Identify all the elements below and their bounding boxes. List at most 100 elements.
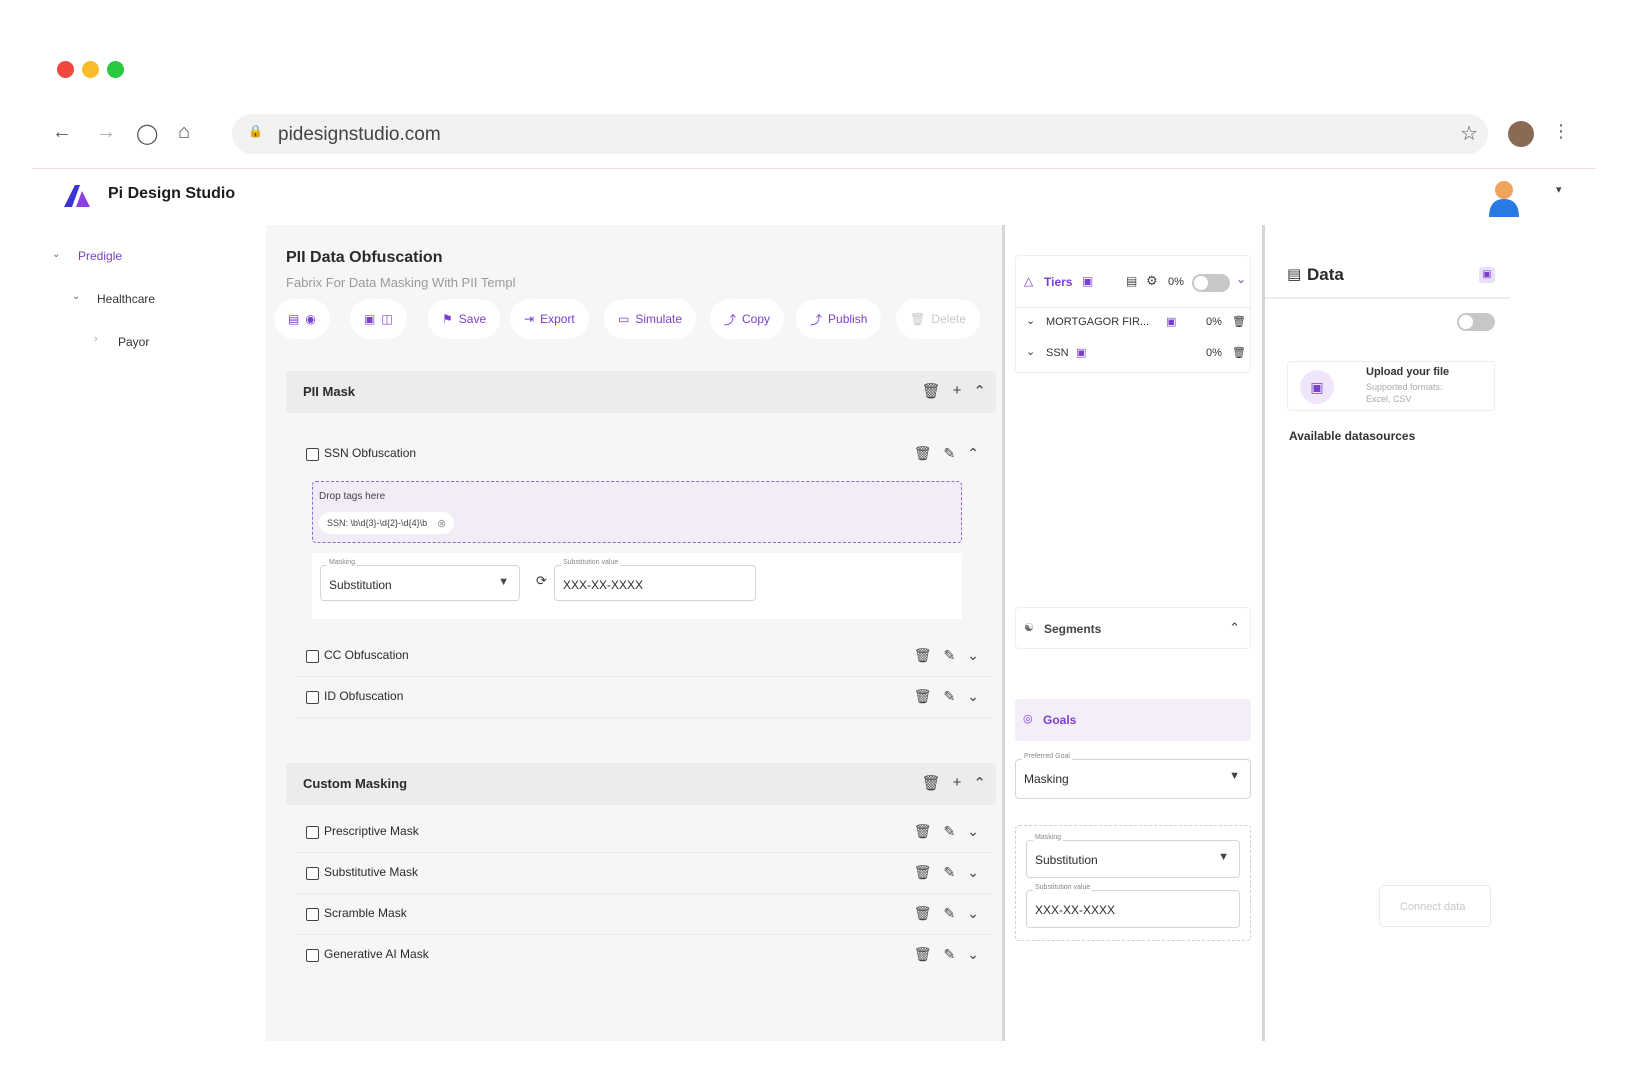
list-item-substitutive-mask[interactable]: Substitutive Mask 🗑 ✎ ⌄ bbox=[296, 854, 991, 894]
chevron-down-icon[interactable]: ⌄ bbox=[1026, 345, 1035, 358]
list-item-ssn-obfuscation[interactable]: SSN Obfuscation 🗑 ✎ ⌃ bbox=[296, 435, 991, 475]
simulate-button[interactable]: ▭ Simulate bbox=[604, 299, 697, 339]
chevron-down-icon[interactable]: ⌄ bbox=[967, 688, 979, 705]
checkbox[interactable] bbox=[306, 949, 319, 962]
trash-icon[interactable]: 🗑 bbox=[1232, 315, 1246, 328]
close-icon[interactable]: ⊗ bbox=[437, 517, 446, 530]
list-item-cc-obfuscation[interactable]: CC Obfuscation 🗑 ✎ ⌄ bbox=[296, 637, 991, 677]
masking-select[interactable]: Masking Substitution ▼ bbox=[320, 559, 520, 601]
settings-icon[interactable]: ⚙ bbox=[1146, 273, 1158, 289]
tiers-toggle[interactable] bbox=[1192, 274, 1230, 292]
close-window-dot[interactable] bbox=[57, 61, 74, 78]
delete-button[interactable]: 🗑 Delete bbox=[896, 299, 980, 339]
add-file-icon[interactable]: ▣ bbox=[364, 312, 375, 326]
tiers-header[interactable]: △ Tiers ▣ ▤ ⚙ 0% ⌄ bbox=[1016, 256, 1252, 308]
trash-icon[interactable]: 🗑 bbox=[914, 445, 932, 462]
list-item-id-obfuscation[interactable]: ID Obfuscation 🗑 ✎ ⌄ bbox=[296, 678, 991, 718]
trash-icon[interactable]: 🗑 bbox=[914, 864, 932, 881]
chevron-up-icon[interactable]: ⌃ bbox=[973, 382, 986, 400]
add-file-icon[interactable]: ▣ bbox=[1076, 346, 1086, 359]
checkbox[interactable] bbox=[306, 826, 319, 839]
pencil-icon[interactable]: ✎ bbox=[944, 445, 956, 462]
tag-chip[interactable]: SSN: \b\d{3}-\d{2}-\d{4}\b ⊗ bbox=[319, 512, 455, 534]
trash-icon[interactable]: 🗑 bbox=[922, 382, 941, 400]
chevron-right-icon[interactable]: › bbox=[94, 333, 98, 345]
sidebar-item-predigle[interactable]: Predigle bbox=[78, 249, 122, 263]
trash-icon[interactable]: 🗑 bbox=[914, 688, 932, 705]
publish-button[interactable]: ⤴ Publish bbox=[796, 299, 882, 339]
star-bookmark-icon[interactable]: ☆ bbox=[1460, 121, 1478, 146]
forward-arrow-icon[interactable]: → bbox=[96, 121, 116, 144]
checkbox[interactable] bbox=[306, 448, 319, 461]
document-icon[interactable]: ▤ bbox=[288, 312, 299, 326]
chevron-down-icon[interactable]: ⌄ bbox=[967, 905, 979, 922]
checkbox[interactable] bbox=[306, 691, 319, 704]
pencil-icon[interactable]: ✎ bbox=[944, 688, 956, 705]
save-button[interactable]: ⚑ Save bbox=[428, 299, 501, 339]
segments-card[interactable]: ☯ Segments ⌃ bbox=[1015, 607, 1251, 649]
list-item-prescriptive-mask[interactable]: Prescriptive Mask 🗑 ✎ ⌄ bbox=[296, 813, 991, 853]
pencil-icon[interactable]: ✎ bbox=[944, 905, 956, 922]
list-item-scramble-mask[interactable]: Scramble Mask 🗑 ✎ ⌄ bbox=[296, 895, 991, 935]
trash-icon[interactable]: 🗑 bbox=[914, 647, 932, 664]
chevron-down-icon[interactable]: ⌄ bbox=[52, 249, 60, 260]
pencil-icon[interactable]: ✎ bbox=[944, 823, 956, 840]
connect-data-button[interactable]: Connect data bbox=[1379, 885, 1491, 927]
checkbox[interactable] bbox=[306, 908, 319, 921]
list-item-generative-ai-mask[interactable]: Generative AI Mask 🗑 ✎ ⌄ bbox=[296, 936, 991, 976]
upload-file-card[interactable]: ▣ Upload your file Supported formats: Ex… bbox=[1287, 361, 1495, 411]
export-button[interactable]: ⇥ Export bbox=[510, 299, 589, 339]
home-icon[interactable]: ⌂ bbox=[178, 121, 190, 144]
chevron-down-icon[interactable]: ⌄ bbox=[967, 864, 979, 881]
plus-icon[interactable]: + bbox=[953, 774, 962, 792]
section-header-custom-masking[interactable]: Custom Masking 🗑 + ⌃ bbox=[286, 763, 996, 805]
masking-select[interactable]: Masking Substitution ▼ bbox=[1026, 834, 1240, 878]
trash-icon[interactable]: 🗑 bbox=[914, 946, 932, 963]
trash-icon[interactable]: 🗑 bbox=[914, 823, 932, 840]
chevron-down-icon[interactable]: ⌄ bbox=[967, 946, 979, 963]
address-bar[interactable]: 🔒 pidesignstudio.com ☆ bbox=[232, 114, 1488, 154]
trash-icon[interactable]: 🗑 bbox=[1232, 346, 1246, 359]
goals-header[interactable]: ◎ Goals bbox=[1015, 699, 1251, 741]
trash-icon[interactable]: 🗑 bbox=[922, 774, 941, 792]
chevron-up-icon[interactable]: ⌃ bbox=[973, 774, 986, 792]
pencil-icon[interactable]: ✎ bbox=[944, 647, 956, 664]
data-toggle[interactable] bbox=[1457, 313, 1495, 331]
chevron-down-icon[interactable]: ⌄ bbox=[1026, 314, 1035, 327]
add-file-icon[interactable]: ▣ bbox=[1166, 315, 1176, 328]
refresh-icon[interactable]: ⟳ bbox=[536, 573, 547, 589]
user-avatar-icon[interactable] bbox=[1487, 179, 1521, 217]
tag-drop-zone[interactable]: Drop tags here SSN: \b\d{3}-\d{2}-\d{4}\… bbox=[312, 481, 962, 543]
checkbox[interactable] bbox=[306, 867, 319, 880]
tier-row-ssn[interactable]: ⌄ SSN ▣ 0% 🗑 bbox=[1026, 345, 1251, 373]
eye-icon[interactable]: ◉ bbox=[305, 312, 315, 326]
preferred-goal-select[interactable]: Preferred Goal Masking ▼ bbox=[1015, 753, 1251, 799]
substitution-value-input[interactable]: Substitution value XXX-XX-XXXX bbox=[554, 559, 756, 601]
user-menu-chevron-icon[interactable]: ▾ bbox=[1556, 183, 1562, 196]
chevron-down-icon[interactable]: ⌄ bbox=[967, 823, 979, 840]
tier-row-mortgagor[interactable]: ⌄ MORTGAGOR FIR... ▣ 0% 🗑 bbox=[1026, 314, 1251, 342]
document-icon[interactable]: ▤ bbox=[1126, 274, 1137, 288]
sidebar-item-healthcare[interactable]: Healthcare bbox=[97, 292, 155, 306]
checkbox[interactable] bbox=[306, 650, 319, 663]
minimize-window-dot[interactable] bbox=[82, 61, 99, 78]
reload-icon[interactable]: ◯ bbox=[136, 121, 158, 146]
browser-menu-icon[interactable]: ⋮ bbox=[1552, 121, 1570, 142]
pencil-icon[interactable]: ✎ bbox=[944, 946, 956, 963]
chevron-up-icon[interactable]: ⌃ bbox=[967, 445, 979, 462]
plus-icon[interactable]: + bbox=[953, 382, 962, 400]
import-icon[interactable]: ◫ bbox=[381, 312, 392, 326]
add-file-icon[interactable]: ▣ bbox=[1082, 274, 1093, 288]
profile-avatar[interactable] bbox=[1508, 121, 1534, 147]
maximize-window-dot[interactable] bbox=[107, 61, 124, 78]
back-arrow-icon[interactable]: ← bbox=[52, 121, 72, 144]
chevron-down-icon[interactable]: ⌄ bbox=[1236, 272, 1246, 286]
sidebar-item-payor[interactable]: Payor bbox=[118, 335, 149, 349]
copy-button[interactable]: ⤴ Copy bbox=[710, 299, 785, 339]
section-header-pii-mask[interactable]: PII Mask 🗑 + ⌃ bbox=[286, 371, 996, 413]
pencil-icon[interactable]: ✎ bbox=[944, 864, 956, 881]
trash-icon[interactable]: 🗑 bbox=[914, 905, 932, 922]
chevron-down-icon[interactable]: ⌄ bbox=[967, 647, 979, 664]
file-icon[interactable]: ▣ bbox=[1479, 267, 1495, 283]
substitution-value-input[interactable]: Substitution value XXX-XX-XXXX bbox=[1026, 884, 1240, 928]
